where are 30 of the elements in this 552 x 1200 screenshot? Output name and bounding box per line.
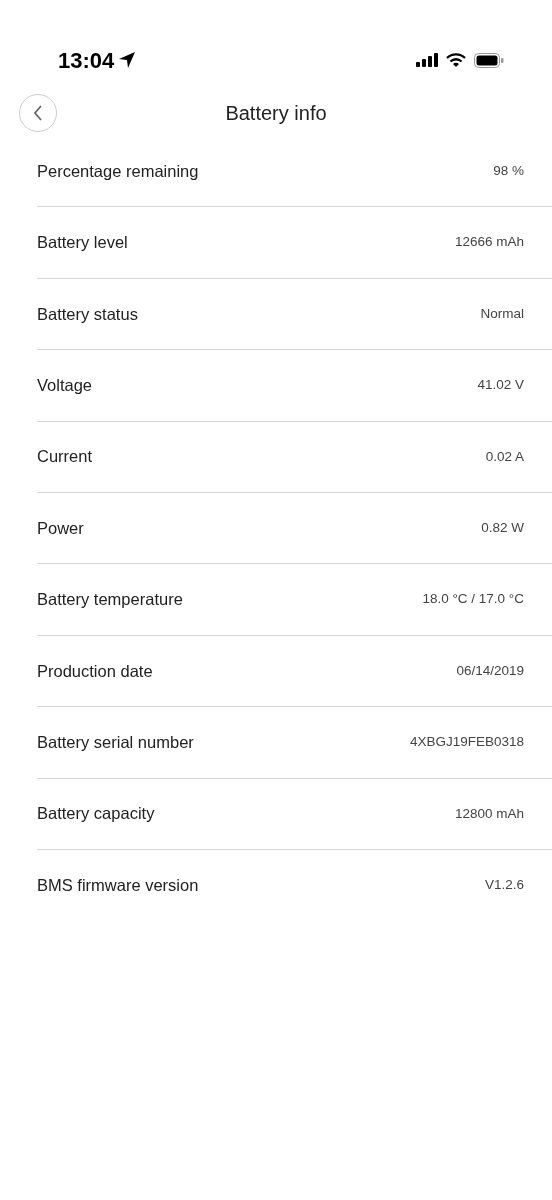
page-title: Battery info xyxy=(225,101,327,126)
back-button[interactable] xyxy=(19,94,57,132)
row-value: 12666 mAh xyxy=(454,233,524,252)
row-label: Battery level xyxy=(37,232,128,254)
row-label: Current xyxy=(37,446,93,468)
row-value: V1.2.6 xyxy=(484,876,524,895)
row-label: Production date xyxy=(37,660,153,682)
row-value: 0.82 W xyxy=(481,519,524,537)
row-value: 06/14/2019 xyxy=(456,661,524,680)
row-label: Voltage xyxy=(37,375,93,396)
row-value: 0.02 A xyxy=(485,447,524,466)
row-value: 98 % xyxy=(493,162,524,181)
back-icon xyxy=(33,105,43,121)
wifi-icon xyxy=(446,52,466,68)
row-label: Battery capacity xyxy=(37,803,155,825)
row-label: Battery serial number xyxy=(37,731,194,753)
status-time: 13:04 xyxy=(58,46,115,75)
row-label: Battery status xyxy=(37,303,138,325)
row-label: Percentage remaining xyxy=(37,160,199,182)
row-value: 12800 mAh xyxy=(454,804,524,823)
row-value: 4XBGJ19FEB0318 xyxy=(409,733,524,752)
row-label: Battery temperature xyxy=(37,589,183,611)
row-label: BMS firmware version xyxy=(37,875,199,897)
row-value: Normal xyxy=(480,304,524,323)
signal-icon xyxy=(416,53,438,67)
row-label: Power xyxy=(37,517,84,539)
row-value: 41.02 V xyxy=(477,376,524,395)
location-arrow-icon xyxy=(118,51,137,69)
battery-icon xyxy=(474,52,504,68)
row-value: 18.0 °C / 17.0 °C xyxy=(422,590,524,609)
